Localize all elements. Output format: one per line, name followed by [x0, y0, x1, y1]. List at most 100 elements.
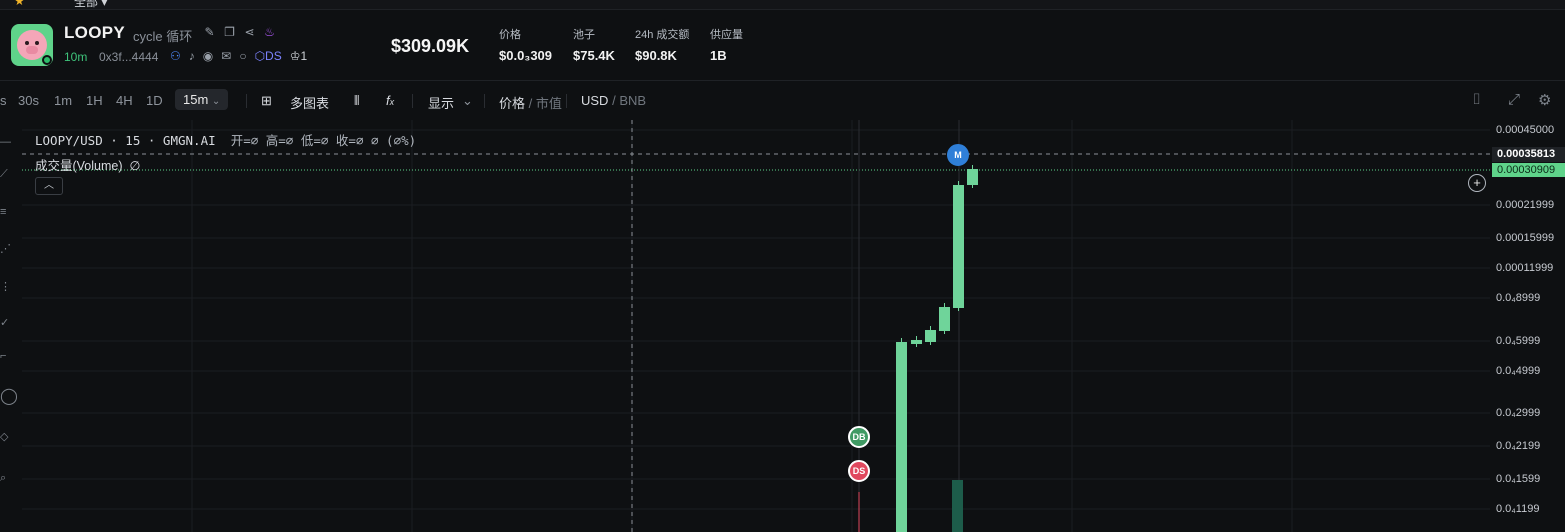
display-dropdown[interactable]: 显示 — [428, 93, 454, 112]
stat-price: 价格 $0.0₃309 — [499, 26, 552, 63]
fullscreen-icon[interactable]: ⤢ — [1508, 91, 1520, 108]
stat-volume-label: 24h 成交额 — [635, 29, 690, 41]
ohlc-values: 开=∅ 高=∅ 低=∅ 收=∅ ∅ (∅%) — [230, 133, 417, 148]
add-alert-plus-icon[interactable]: + — [1468, 174, 1486, 192]
stat-supply-label: 供应量 — [710, 29, 743, 41]
star-icon[interactable]: ★ — [14, 0, 25, 8]
fib-tool-icon[interactable]: ≡ — [0, 206, 6, 218]
stat-supply: 供应量 1B — [710, 26, 743, 63]
token-name: LOOPY — [64, 23, 126, 42]
top-filter-label[interactable]: 全部 ▾ — [74, 0, 107, 10]
crosshair-price-label: 0.00035813 — [1492, 147, 1565, 162]
token-tag: cycle 循环 — [133, 29, 193, 44]
drawing-toolbar: — ⟋ ≡ ⋰ ⋮ ✓ ⌐ ◯ ◇ ⌕ — [0, 120, 18, 532]
volume-value: ∅ — [129, 159, 141, 173]
price-tick: 0.0₄8999 — [1496, 292, 1541, 304]
marker-db[interactable]: DB — [848, 426, 870, 448]
interval-1m[interactable]: 1m — [54, 93, 72, 108]
stat-pool-value: $75.4K — [573, 48, 615, 63]
edit-icon[interactable]: ✎ — [203, 25, 216, 39]
token-header: LOOPY cycle 循环 ✎ ❐ ⋖ ♨ 10m 0x3f...4444 ⚇… — [0, 10, 1565, 81]
settings-gear-icon[interactable]: ⚙ — [1538, 91, 1551, 109]
pattern-tool-icon[interactable]: ⋰ — [0, 242, 11, 255]
stat-supply-value: 1B — [710, 48, 727, 63]
candle-body — [896, 342, 907, 532]
stat-volume: 24h 成交额 $90.8K — [635, 26, 689, 63]
chart-toolbar: s 30s 1m 1H 4H 1D 15m ⌄ ⊞ 多图表 ⫴ fx 显示 ⌄ … — [0, 82, 1565, 120]
add-chart-icon[interactable]: ⊞ — [261, 93, 272, 109]
price-tick: 0.00015999 — [1496, 232, 1555, 244]
online-dot-icon — [42, 55, 52, 65]
stat-pool: 池子 $75.4K — [573, 26, 615, 63]
interval-15m-active[interactable]: 15m ⌄ — [175, 89, 229, 110]
market-cap: $309.09K — [391, 36, 470, 56]
price-tick: 0.0₄4999 — [1496, 365, 1541, 377]
share-icon[interactable]: ⋖ — [243, 25, 256, 39]
interval-s[interactable]: s — [0, 93, 7, 108]
header-actions: ✎ ❐ ⋖ ♨ — [203, 25, 276, 39]
camera-icon[interactable]: ⌷ — [1472, 91, 1481, 108]
token-avatar — [11, 24, 53, 66]
volume-legend: 成交量(Volume) ∅ — [35, 159, 141, 173]
interval-1h[interactable]: 1H — [86, 93, 103, 108]
stat-price-value: $0.0₃309 — [499, 48, 553, 63]
copy-icon[interactable]: ❐ — [223, 25, 236, 39]
fire-icon: ♨ — [264, 25, 275, 39]
holders-count: 1 — [300, 49, 308, 63]
ruler-tool-icon[interactable]: ◇ — [0, 430, 8, 443]
chevron-down-icon: ⌄ — [211, 96, 221, 107]
crown-icon: ♔1 — [289, 49, 308, 63]
price-tick: 0.00011999 — [1496, 262, 1554, 274]
candle-body — [953, 185, 964, 308]
interval-30s[interactable]: 30s — [18, 93, 39, 108]
price-chart[interactable]: LOOPY/USD · 15 · GMGN.AI 开=∅ 高=∅ 低=∅ 收=∅… — [22, 120, 1490, 532]
stat-pool-label: 池子 — [573, 29, 595, 41]
social-links: ⚇ ♪ ◉ ✉ ○ ⬡DS ♔1 — [170, 49, 307, 63]
candle-body — [939, 307, 950, 331]
price-axis[interactable]: 0.00045000 0.00021999 0.00015999 0.00011… — [1490, 120, 1565, 532]
brush-tool-icon[interactable]: ✓ — [0, 316, 9, 329]
price-tick: 0.00045000 — [1496, 124, 1555, 136]
last-price-label: 0.00030909 — [1492, 163, 1565, 177]
price-tick: 0.00021999 — [1496, 199, 1555, 211]
zoom-tool-icon[interactable]: ⌕ — [0, 472, 6, 485]
emoji-tool-icon[interactable]: ◯ — [0, 386, 18, 406]
candle-type-icon[interactable]: ⫴ — [354, 93, 359, 109]
marker-ds[interactable]: DS — [848, 460, 870, 482]
tweet-search-icon[interactable]: ✉ — [221, 49, 231, 63]
stat-volume-value: $90.8K — [635, 48, 677, 63]
token-age: 10m — [64, 50, 88, 64]
stat-price-label: 价格 — [499, 29, 521, 41]
chart-legend: LOOPY/USD · 15 · GMGN.AI 开=∅ 高=∅ 低=∅ 收=∅… — [35, 133, 417, 148]
contract-address[interactable]: 0x3f...4444 — [99, 50, 158, 64]
price-tick: 0.0₄2199 — [1496, 440, 1541, 452]
display-chevron-icon[interactable]: ⌄ — [462, 93, 473, 109]
holders-group-icon[interactable]: ⚇ — [170, 49, 181, 63]
projection-tool-icon[interactable]: ⋮ — [0, 280, 11, 293]
price-mcap-toggle[interactable]: 价格 / 市值 — [499, 93, 562, 112]
interval-1d[interactable]: 1D — [146, 93, 163, 108]
chart-canvas[interactable] — [22, 120, 1490, 532]
indicators-icon[interactable]: fx — [386, 93, 394, 108]
candle-body — [925, 330, 936, 342]
text-tool-icon[interactable]: ⌐ — [0, 350, 6, 362]
dexscreener-badge[interactable]: ⬡DS — [255, 49, 282, 63]
interval-4h[interactable]: 4H — [116, 93, 133, 108]
search-icon[interactable]: ○ — [239, 49, 246, 63]
trend-line-icon[interactable]: ⟋ — [0, 168, 8, 181]
price-tick: 0.0₄1599 — [1496, 473, 1541, 485]
candle-body — [911, 340, 922, 344]
price-tick: 0.0₄5999 — [1496, 335, 1541, 347]
price-tick: 0.0₄1199 — [1496, 503, 1540, 515]
top-strip: ★ 全部 ▾ — [0, 0, 1565, 10]
multi-chart-button[interactable]: 多图表 — [290, 93, 329, 112]
price-tick: 0.0₄2999 — [1496, 407, 1541, 419]
volume-bar — [952, 480, 963, 532]
collapse-legend-button[interactable]: ︿ — [35, 177, 63, 195]
candle-body — [967, 169, 978, 185]
marker-m[interactable]: M — [947, 144, 969, 166]
currency-toggle[interactable]: USD / BNB — [581, 93, 646, 108]
website-icon[interactable]: ◉ — [203, 49, 213, 63]
crosshair-tool-icon[interactable]: — — [0, 136, 11, 148]
tiktok-icon[interactable]: ♪ — [189, 49, 195, 63]
